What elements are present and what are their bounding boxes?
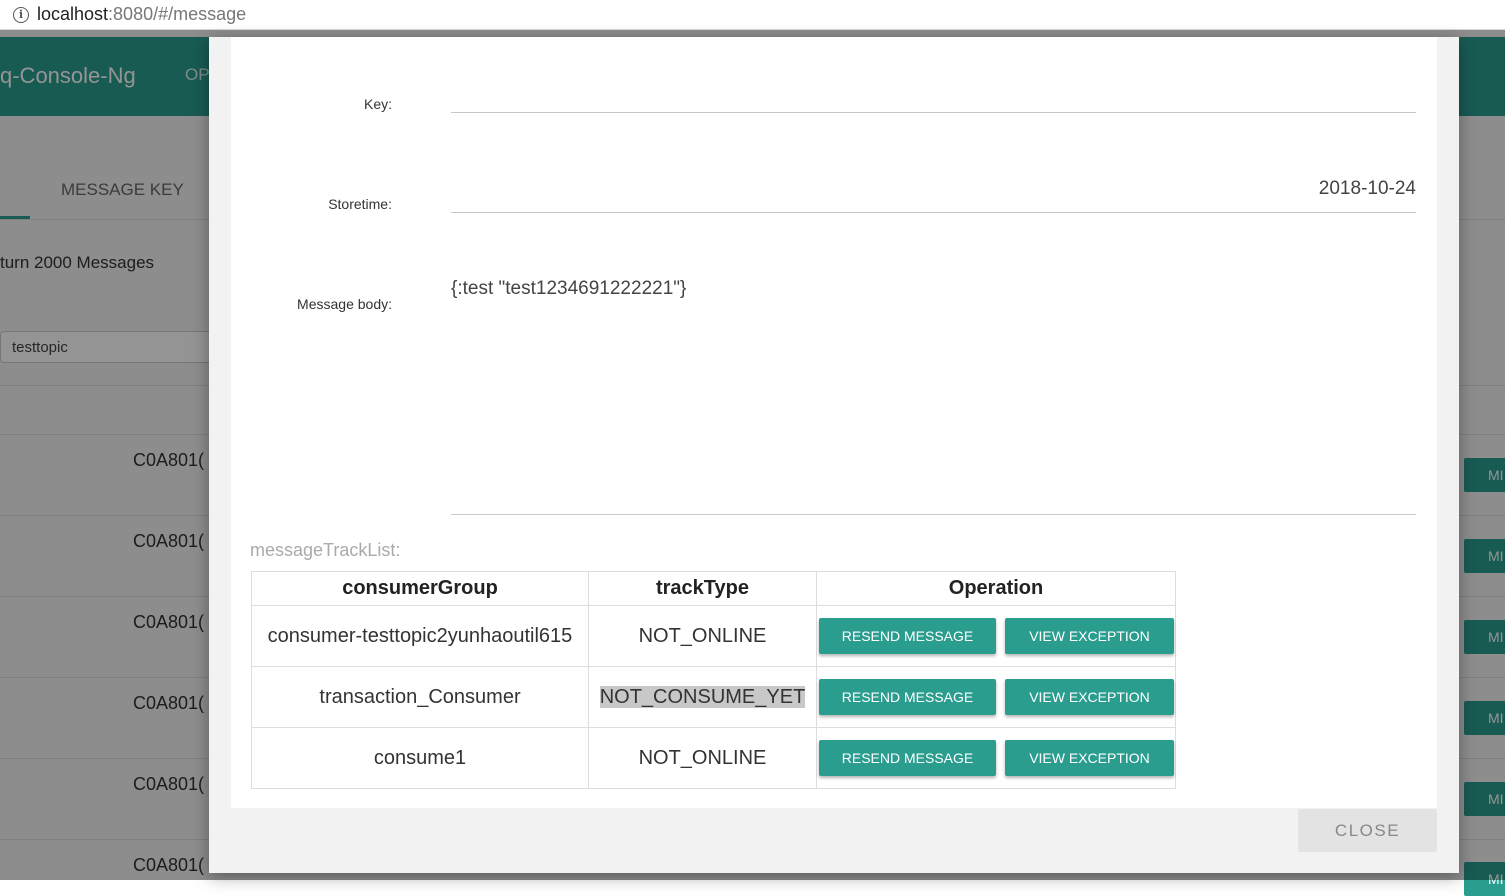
consumer-group-cell: transaction_Consumer	[251, 666, 589, 728]
resend-message-button[interactable]: RESEND MESSAGE	[819, 740, 996, 776]
url-path: :8080/#/message	[108, 4, 247, 24]
operation-cell: RESEND MESSAGE VIEW EXCEPTION	[816, 727, 1176, 789]
dialog-content: Key: Storetime: 2018-10-24 Message body:…	[231, 37, 1437, 808]
consumer-group-cell: consumer-testtopic2yunhaoutil615	[251, 605, 589, 667]
site-info-icon[interactable]: i	[13, 6, 29, 23]
message-track-table: consumerGroup trackType Operation consum…	[251, 571, 1176, 789]
track-type-cell: NOT_CONSUME_YET	[588, 666, 817, 728]
operation-cell: RESEND MESSAGE VIEW EXCEPTION	[816, 605, 1176, 667]
track-list-label: messageTrackList:	[250, 540, 401, 560]
header-track-type: trackType	[588, 571, 817, 606]
track-type-cell: NOT_ONLINE	[588, 605, 817, 667]
table-row: transaction_Consumer NOT_CONSUME_YET RES…	[251, 666, 1176, 728]
track-type-highlighted: NOT_CONSUME_YET	[599, 685, 806, 708]
view-exception-button[interactable]: VIEW EXCEPTION	[1005, 618, 1174, 654]
view-exception-button[interactable]: VIEW EXCEPTION	[1005, 679, 1174, 715]
resend-message-button[interactable]: RESEND MESSAGE	[819, 679, 996, 715]
table-row: consumer-testtopic2yunhaoutil615 NOT_ONL…	[251, 605, 1176, 667]
table-header-row: consumerGroup trackType Operation	[251, 571, 1176, 606]
header-consumer-group: consumerGroup	[251, 571, 589, 606]
storetime-underline	[451, 212, 1416, 213]
message-body-value[interactable]: {:test "test1234691222221"}	[451, 278, 686, 300]
storetime-label: Storetime:	[328, 196, 392, 212]
key-label: Key:	[363, 96, 392, 112]
track-type-cell: NOT_ONLINE	[588, 727, 817, 789]
key-underline	[451, 112, 1416, 113]
view-exception-button[interactable]: VIEW EXCEPTION	[1005, 740, 1174, 776]
close-button[interactable]: CLOSE	[1298, 809, 1437, 852]
message-detail-dialog: Key: Storetime: 2018-10-24 Message body:…	[209, 37, 1459, 873]
address-bar[interactable]: i localhost :8080/#/message	[0, 0, 1505, 30]
header-operation: Operation	[816, 571, 1176, 606]
table-row: consume1 NOT_ONLINE RESEND MESSAGE VIEW E…	[251, 727, 1176, 789]
url-host: localhost	[37, 4, 109, 24]
storetime-value[interactable]: 2018-10-24	[1319, 178, 1416, 200]
message-body-underline	[451, 514, 1416, 515]
message-body-label: Message body:	[297, 296, 392, 312]
consumer-group-cell: consume1	[251, 727, 589, 789]
operation-cell: RESEND MESSAGE VIEW EXCEPTION	[816, 666, 1176, 728]
resend-message-button[interactable]: RESEND MESSAGE	[819, 618, 996, 654]
